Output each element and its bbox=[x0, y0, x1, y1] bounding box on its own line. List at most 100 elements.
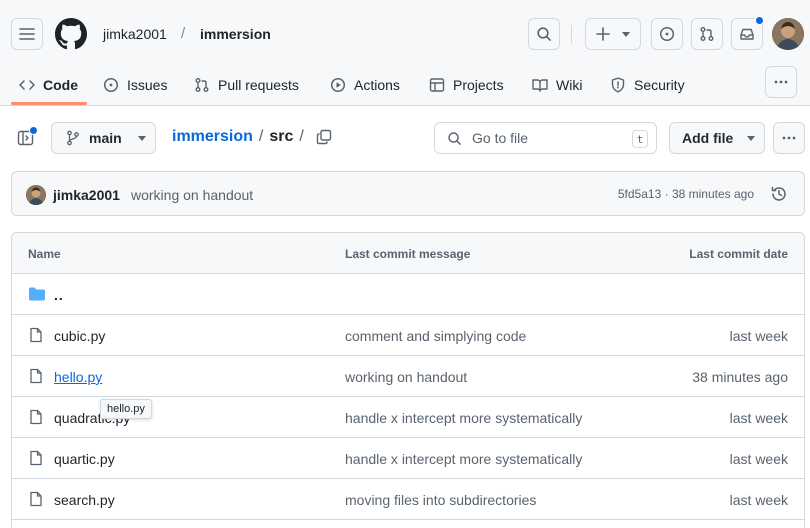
file-name-tooltip: hello.py bbox=[100, 399, 152, 419]
issues-header-button[interactable] bbox=[651, 18, 683, 50]
commit-sha[interactable]: 5fd5a13 bbox=[618, 187, 661, 201]
add-file-label: Add file bbox=[682, 130, 734, 146]
commit-date: last week bbox=[729, 410, 788, 426]
tab-issues[interactable]: Issues bbox=[103, 64, 167, 106]
file-icon bbox=[30, 409, 42, 425]
pull-requests-header-button[interactable] bbox=[691, 18, 723, 50]
file-icon bbox=[30, 327, 42, 343]
breadcrumb: immersion / src / bbox=[172, 128, 332, 146]
header-divider bbox=[571, 25, 572, 43]
go-to-file-placeholder: Go to file bbox=[472, 130, 529, 146]
column-header-message: Last commit message bbox=[345, 247, 471, 261]
parent-directory-link[interactable]: .. bbox=[54, 287, 64, 303]
file-name-link[interactable]: search.py bbox=[54, 492, 115, 508]
branch-name: main bbox=[89, 130, 122, 146]
tab-wiki-label: Wiki bbox=[556, 77, 583, 93]
plus-icon bbox=[596, 27, 610, 41]
column-header-name: Name bbox=[28, 247, 61, 261]
tab-security[interactable]: Security bbox=[610, 64, 685, 106]
triangle-down-icon bbox=[622, 31, 630, 37]
search-icon bbox=[448, 131, 461, 145]
table-header: Name Last commit message Last commit dat… bbox=[12, 233, 804, 274]
tab-projects[interactable]: Projects bbox=[429, 64, 504, 106]
search-icon bbox=[537, 27, 551, 41]
table-row[interactable]: cubic.py comment and simplying code last… bbox=[12, 315, 804, 356]
shortcut-key: t bbox=[632, 130, 648, 148]
commit-author-avatar[interactable] bbox=[26, 185, 46, 205]
breadcrumb-separator: / bbox=[299, 128, 304, 145]
tab-security-label: Security bbox=[634, 77, 685, 93]
commit-date: last week bbox=[729, 492, 788, 508]
table-row[interactable]: hello.py working on handout 38 minutes a… bbox=[12, 356, 804, 397]
commit-time: 38 minutes ago bbox=[671, 187, 754, 201]
commit-message-link[interactable]: handle x intercept more systematically bbox=[345, 410, 582, 426]
kebab-horizontal-icon bbox=[782, 136, 796, 140]
play-icon bbox=[330, 77, 346, 93]
commit-meta: 5fd5a13 · 38 minutes ago bbox=[618, 187, 754, 201]
breadcrumb-repo-link[interactable]: immersion bbox=[172, 128, 253, 146]
create-new-button[interactable] bbox=[585, 18, 641, 50]
inbox-icon bbox=[740, 28, 754, 40]
tab-pull-requests[interactable]: Pull requests bbox=[194, 64, 299, 106]
file-icon bbox=[30, 368, 42, 384]
book-icon bbox=[532, 79, 548, 92]
shield-icon bbox=[611, 77, 625, 93]
file-table: Name Last commit message Last commit dat… bbox=[11, 232, 805, 528]
github-logo-icon[interactable] bbox=[55, 18, 87, 50]
go-to-file-input[interactable]: Go to file t bbox=[434, 122, 657, 154]
file-name-link[interactable]: hello.py bbox=[54, 369, 102, 385]
tab-code[interactable]: Code bbox=[19, 64, 78, 106]
file-name-link[interactable]: cubic.py bbox=[54, 328, 105, 344]
table-icon bbox=[429, 78, 445, 92]
code-icon bbox=[19, 80, 35, 90]
commit-message-link[interactable]: comment and simplying code bbox=[345, 328, 526, 344]
tab-pull-requests-label: Pull requests bbox=[218, 77, 299, 93]
commit-message-link[interactable]: moving files into subdirectories bbox=[345, 492, 536, 508]
commit-meta-dot: · bbox=[664, 187, 669, 201]
commit-date: last week bbox=[729, 328, 788, 344]
issue-opened-icon bbox=[659, 26, 675, 42]
parent-directory-row[interactable]: .. bbox=[12, 274, 804, 315]
tab-code-label: Code bbox=[43, 77, 78, 93]
git-pull-request-icon bbox=[700, 27, 714, 41]
tab-issues-label: Issues bbox=[127, 77, 168, 93]
file-tree-dot bbox=[29, 126, 38, 135]
hamburger-icon bbox=[19, 28, 35, 40]
user-avatar[interactable] bbox=[772, 18, 804, 50]
add-file-button[interactable]: Add file bbox=[669, 122, 765, 154]
issue-opened-icon bbox=[103, 77, 119, 93]
more-tabs-button[interactable] bbox=[765, 66, 797, 98]
history-icon[interactable] bbox=[770, 185, 788, 203]
copy-icon[interactable] bbox=[316, 129, 332, 145]
owner-link[interactable]: jimka2001 bbox=[103, 26, 167, 42]
breadcrumb-separator: / bbox=[258, 128, 264, 145]
latest-commit-bar: jimka2001 working on handout 5fd5a13 · 3… bbox=[11, 171, 805, 216]
tab-actions[interactable]: Actions bbox=[330, 64, 400, 106]
active-tab-indicator bbox=[11, 102, 87, 105]
search-button[interactable] bbox=[528, 18, 560, 50]
commit-message-link[interactable]: handle x intercept more systematically bbox=[345, 451, 582, 467]
folder-icon bbox=[29, 287, 45, 301]
hamburger-menu-button[interactable] bbox=[11, 18, 43, 50]
table-row[interactable]: quartic.py handle x intercept more syste… bbox=[12, 438, 804, 479]
commit-message[interactable]: working on handout bbox=[131, 187, 253, 203]
tab-wiki[interactable]: Wiki bbox=[532, 64, 582, 106]
notification-dot bbox=[755, 16, 764, 25]
repo-link[interactable]: immersion bbox=[200, 26, 271, 42]
table-row[interactable]: search.py moving files into subdirectori… bbox=[12, 479, 804, 520]
commit-date: 38 minutes ago bbox=[692, 369, 788, 385]
git-branch-icon bbox=[67, 130, 79, 146]
tab-projects-label: Projects bbox=[453, 77, 504, 93]
commit-author[interactable]: jimka2001 bbox=[53, 187, 120, 203]
commit-message-link[interactable]: working on handout bbox=[345, 369, 467, 385]
file-name-link[interactable]: quartic.py bbox=[54, 451, 115, 467]
breadcrumb-current-dir: src bbox=[269, 128, 294, 145]
tab-actions-label: Actions bbox=[354, 77, 400, 93]
more-options-button[interactable] bbox=[773, 122, 805, 154]
git-pull-request-icon bbox=[195, 78, 209, 92]
triangle-down-icon bbox=[137, 135, 146, 141]
commit-date: last week bbox=[729, 451, 788, 467]
branch-selector[interactable]: main bbox=[51, 122, 156, 154]
column-header-date: Last commit date bbox=[689, 247, 788, 261]
repo-nav-tabs: Code Issues Pull requests Actions Projec… bbox=[0, 64, 810, 106]
